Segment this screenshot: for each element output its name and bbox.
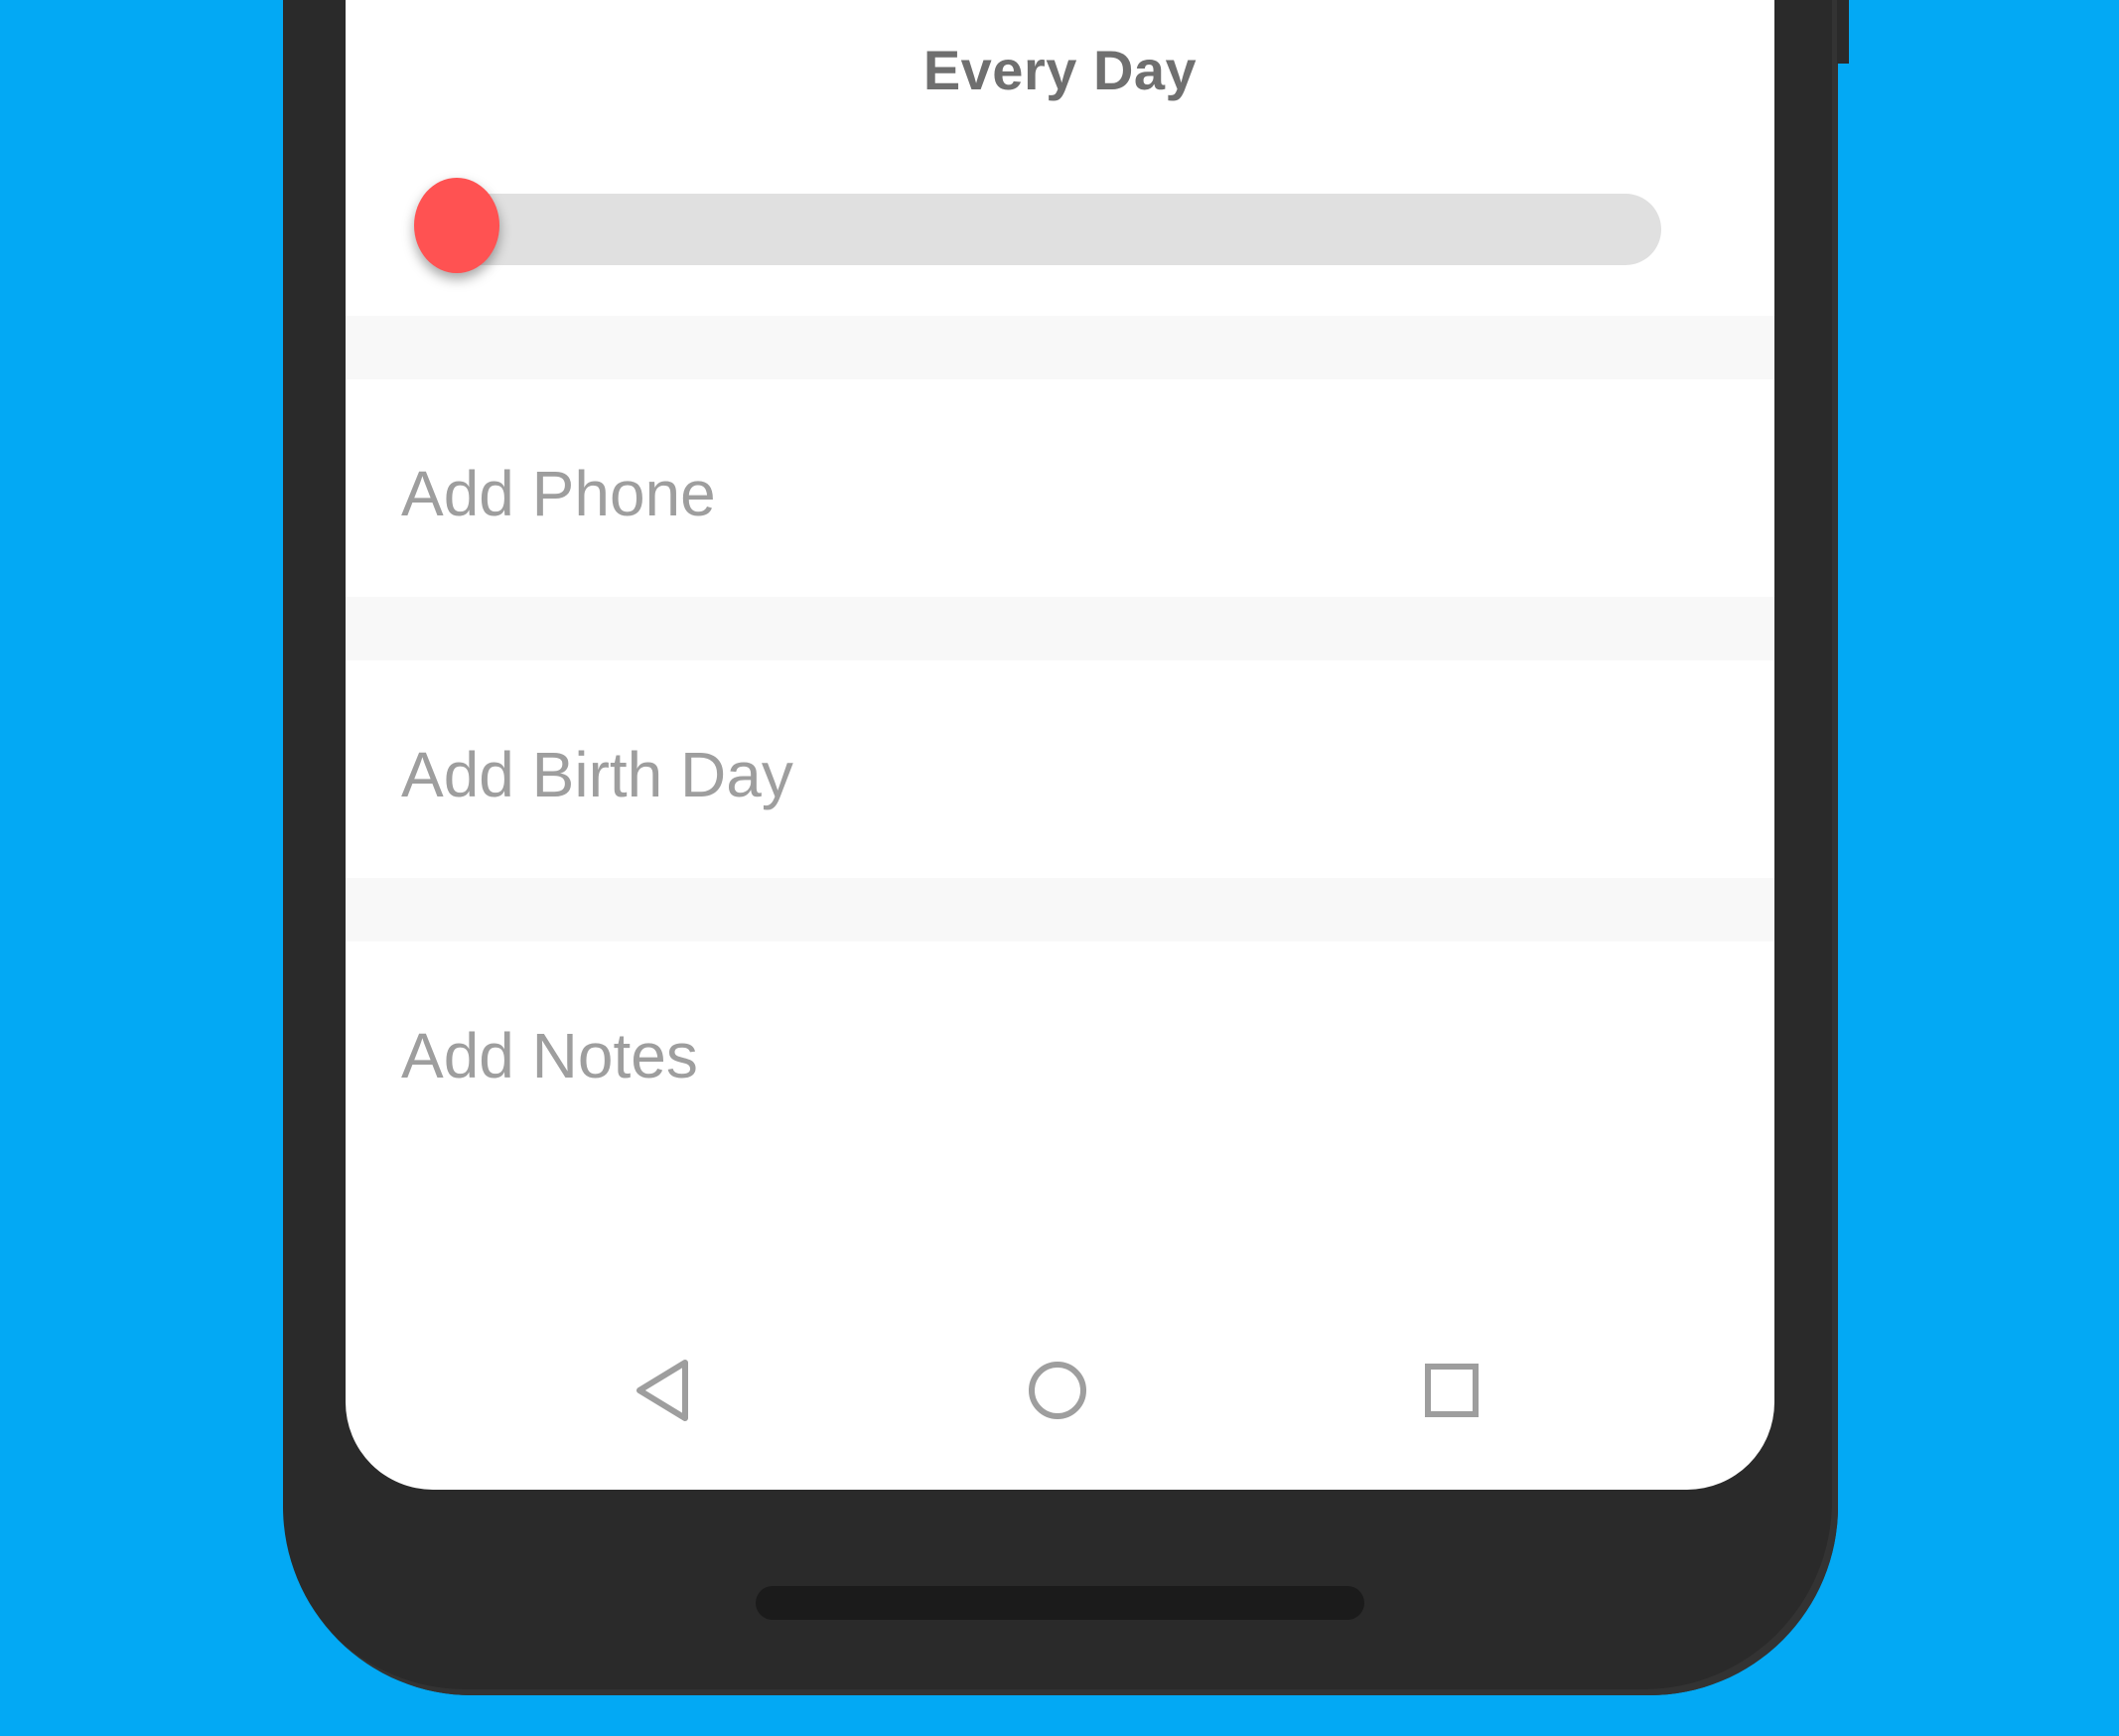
frequency-slider-track[interactable] — [415, 194, 1661, 265]
phone-side-button — [1837, 0, 1849, 64]
back-icon[interactable] — [624, 1351, 703, 1430]
section-divider — [346, 878, 1774, 941]
add-phone-field[interactable]: Add Phone — [401, 462, 716, 525]
frequency-title: Every Day — [922, 39, 1198, 101]
home-icon[interactable] — [1018, 1351, 1097, 1430]
system-navigation-bar — [346, 1351, 1774, 1450]
app-screen: Every Day Add Phone Add Birth Day Add No… — [346, 0, 1774, 1490]
frequency-slider-thumb[interactable] — [414, 178, 499, 273]
section-divider — [346, 597, 1774, 660]
recents-icon[interactable] — [1412, 1351, 1491, 1430]
add-birthday-field[interactable]: Add Birth Day — [401, 743, 793, 806]
phone-speaker — [756, 1586, 1364, 1620]
section-divider — [346, 316, 1774, 379]
add-notes-field[interactable]: Add Notes — [401, 1024, 698, 1087]
